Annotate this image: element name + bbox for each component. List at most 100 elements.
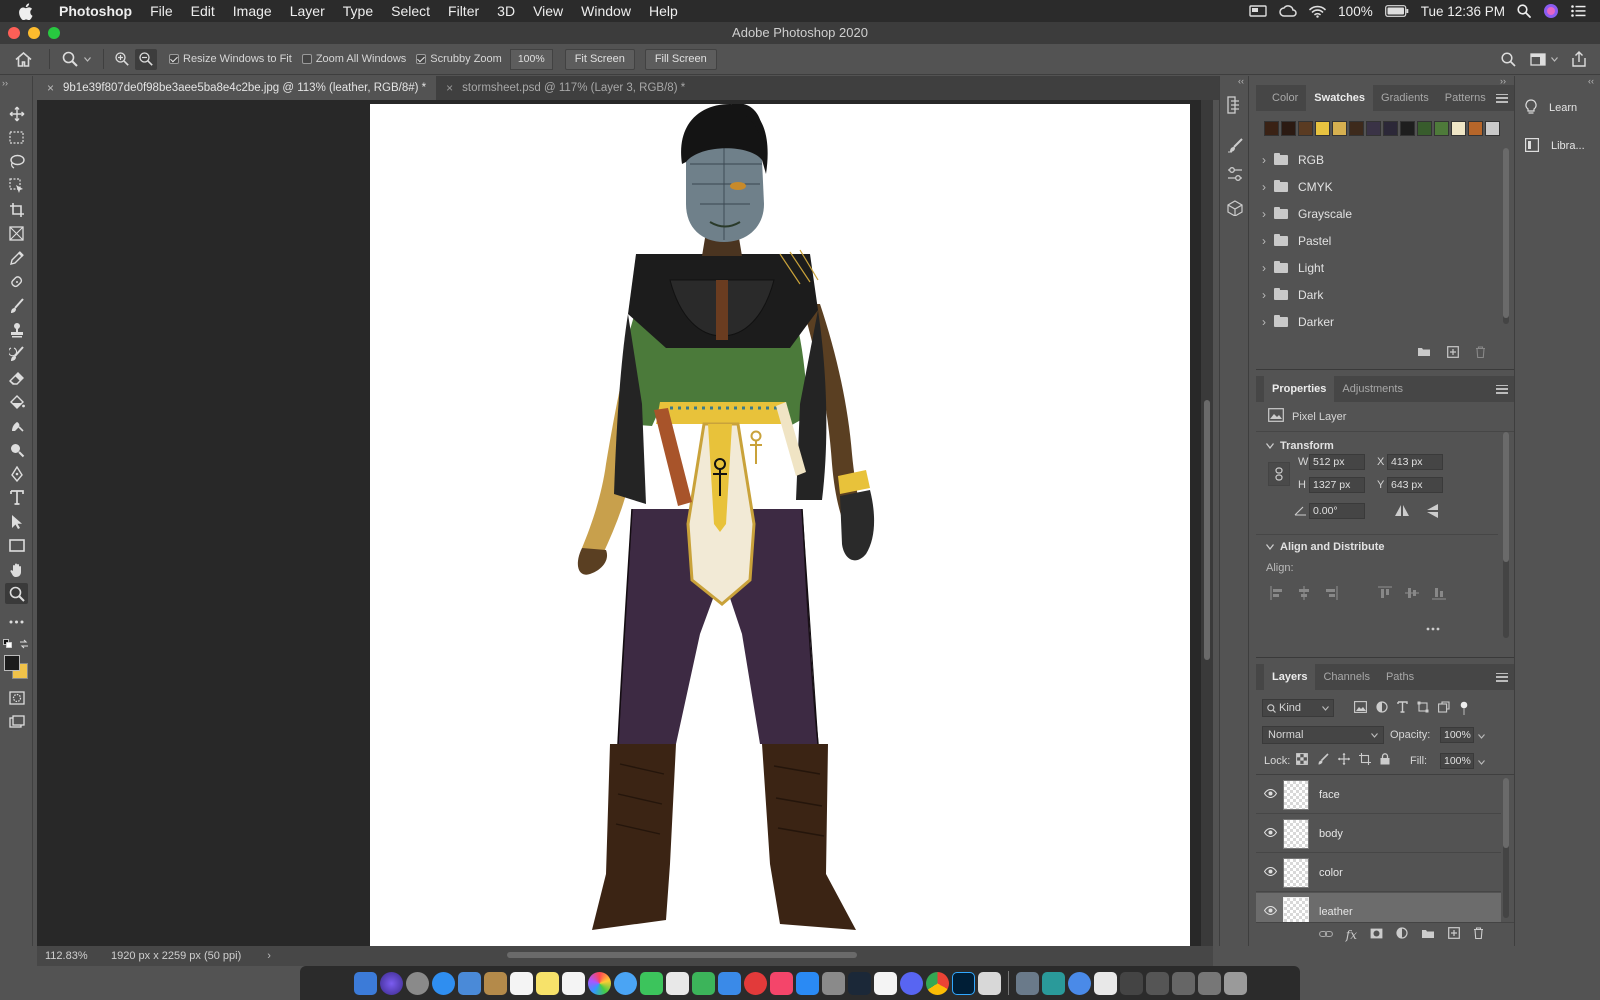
menu-3d[interactable]: 3D: [488, 3, 524, 19]
folder-stack-2-icon[interactable]: [1171, 971, 1195, 995]
resize-windows-check-box[interactable]: [169, 54, 179, 64]
y-position-field[interactable]: 643 px: [1387, 477, 1443, 493]
more-tools-icon[interactable]: [5, 611, 28, 632]
visibility-eye-icon[interactable]: [1263, 827, 1278, 840]
zoom-tool-icon[interactable]: [5, 583, 28, 604]
system-preferences-icon[interactable]: [821, 971, 845, 995]
color-swatch[interactable]: [1349, 121, 1364, 136]
tab-gradients[interactable]: Gradients: [1373, 85, 1437, 111]
status-menu-chevron-icon[interactable]: ›: [267, 950, 271, 962]
music-icon[interactable]: [769, 971, 793, 995]
libraries-panel-button[interactable]: Libra...: [1515, 134, 1600, 158]
layer-row-leather[interactable]: leather: [1256, 893, 1501, 922]
hand-tool-icon[interactable]: [5, 559, 28, 580]
layer-name[interactable]: face: [1319, 789, 1340, 801]
document-tab[interactable]: × stormsheet.psd @ 117% (Layer 3, RGB/8)…: [436, 76, 695, 100]
minimize-window-button[interactable]: [28, 27, 40, 39]
color-swatch[interactable]: [1315, 121, 1330, 136]
collapse-toolbar-icon[interactable]: ››: [2, 78, 8, 88]
filter-pixel-icon[interactable]: [1354, 701, 1367, 718]
spotlight-search-icon[interactable]: [1517, 4, 1531, 18]
tab-adjustments[interactable]: Adjustments: [1334, 376, 1411, 402]
menu-edit[interactable]: Edit: [182, 3, 224, 19]
rectangle-tool-icon[interactable]: [5, 535, 28, 556]
fill-screen-button[interactable]: Fill Screen: [644, 48, 717, 70]
frame-tool-icon[interactable]: [5, 223, 28, 244]
new-fill-adjustment-layer-icon[interactable]: [1396, 927, 1408, 942]
panel-menu-icon[interactable]: [1496, 93, 1508, 103]
swatch-group-darker[interactable]: › Darker: [1256, 308, 1498, 335]
zoom-in-icon[interactable]: [115, 52, 129, 66]
scrubby-zoom-check-box[interactable]: [416, 54, 427, 64]
collapse-panel-icon[interactable]: ››: [1500, 76, 1506, 86]
close-tab-icon[interactable]: ×: [446, 76, 453, 100]
creative-cloud-icon[interactable]: [1279, 4, 1297, 18]
color-swatch[interactable]: [1434, 121, 1449, 136]
type-tool-icon[interactable]: [5, 487, 28, 508]
quick-mask-icon[interactable]: [5, 687, 28, 708]
align-vertical-centers-icon[interactable]: [1405, 586, 1419, 603]
menu-layer[interactable]: Layer: [281, 3, 334, 19]
chrome-icon[interactable]: [925, 971, 949, 995]
document-stack-icon[interactable]: [1093, 971, 1117, 995]
link-dimensions-icon[interactable]: [1268, 462, 1290, 486]
downloads-stack-icon[interactable]: [1015, 971, 1039, 995]
battery-percent[interactable]: 100%: [1338, 4, 1373, 19]
layer-row-color[interactable]: color: [1256, 854, 1501, 892]
search-icon[interactable]: [1501, 51, 1516, 67]
color-swatch[interactable]: [1366, 121, 1381, 136]
vertical-scrollbar[interactable]: [1201, 100, 1213, 946]
display-icon[interactable]: [1249, 4, 1267, 18]
document-canvas[interactable]: [370, 103, 1190, 946]
apple-icon[interactable]: [18, 2, 36, 20]
delete-layer-icon[interactable]: [1473, 927, 1484, 942]
zoom-percent-field[interactable]: 100%: [509, 48, 553, 70]
contacts-icon[interactable]: [483, 971, 507, 995]
zoom-window-button[interactable]: [48, 27, 60, 39]
keynote-icon[interactable]: [717, 971, 741, 995]
resize-windows-checkbox[interactable]: Resize Windows to Fit: [169, 53, 292, 65]
color-swatch[interactable]: [1451, 121, 1466, 136]
document-tab-active[interactable]: × 9b1e39f807de0f98be3aee5ba8e4c2be.jpg @…: [37, 76, 437, 100]
lock-artboard-icon[interactable]: [1359, 753, 1371, 768]
tab-patterns[interactable]: Patterns: [1437, 85, 1494, 111]
swatch-group-pastel[interactable]: › Pastel: [1256, 227, 1498, 254]
swap-colors-icon[interactable]: [19, 639, 29, 652]
discord-icon[interactable]: [899, 971, 923, 995]
menu-select[interactable]: Select: [382, 3, 439, 19]
path-selection-tool-icon[interactable]: [5, 511, 28, 532]
tab-properties[interactable]: Properties: [1264, 376, 1335, 402]
panel-menu-icon[interactable]: [1496, 672, 1508, 682]
crop-tool-icon[interactable]: [5, 199, 28, 220]
steam-icon[interactable]: [847, 971, 871, 995]
collapse-panels-icon[interactable]: ‹‹: [1238, 76, 1244, 86]
chevron-right-icon[interactable]: ›: [1262, 207, 1266, 221]
visibility-eye-icon[interactable]: [1263, 788, 1278, 801]
layer-name[interactable]: leather: [1319, 906, 1353, 918]
screen-mode-icon[interactable]: [5, 711, 28, 732]
opacity-field[interactable]: 100%: [1440, 727, 1474, 743]
photos-icon[interactable]: [587, 971, 611, 995]
document-tab-label[interactable]: stormsheet.psd @ 117% (Layer 3, RGB/8) *: [462, 76, 685, 100]
foreground-color-swatch[interactable]: [4, 655, 20, 671]
history-panel-icon[interactable]: [1227, 96, 1243, 117]
menu-app-photoshop[interactable]: Photoshop: [50, 3, 141, 19]
properties-scrollbar[interactable]: [1503, 432, 1509, 638]
object-selection-tool-icon[interactable]: [5, 175, 28, 196]
fit-screen-button[interactable]: Fit Screen: [564, 48, 635, 70]
lasso-tool-icon[interactable]: [5, 151, 28, 172]
panel-menu-icon[interactable]: [1496, 384, 1508, 394]
menu-view[interactable]: View: [524, 3, 572, 19]
color-swatch[interactable]: [1417, 121, 1432, 136]
visibility-eye-icon[interactable]: [1263, 905, 1278, 918]
spot-healing-brush-tool-icon[interactable]: [5, 271, 28, 292]
link-layers-icon[interactable]: [1318, 929, 1333, 941]
clone-stamp-tool-icon[interactable]: [5, 319, 28, 340]
3d-panel-icon[interactable]: [1227, 200, 1243, 219]
scrubby-zoom-checkbox[interactable]: Scrubby Zoom: [416, 53, 502, 65]
blend-mode-dropdown[interactable]: Normal: [1262, 726, 1384, 744]
brush-settings-icon[interactable]: [1227, 138, 1243, 157]
wifi-icon[interactable]: [1309, 5, 1326, 18]
more-options-icon[interactable]: [1426, 622, 1440, 634]
flip-vertical-icon[interactable]: [1426, 503, 1440, 522]
